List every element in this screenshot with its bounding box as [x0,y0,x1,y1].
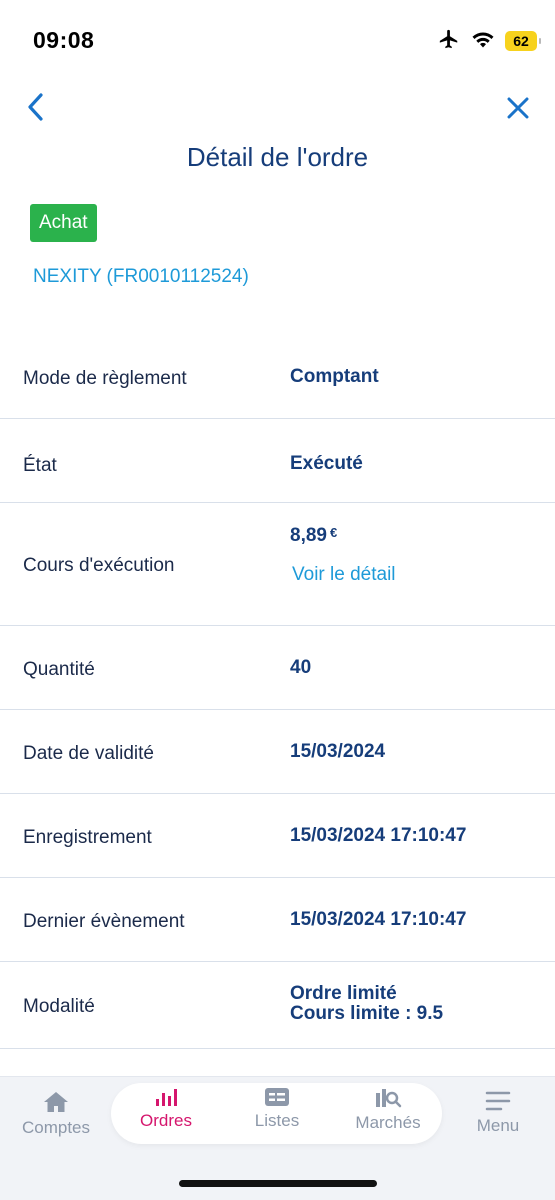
tab-menu-label: Menu [476,1116,520,1135]
last-event-value: 15/03/2024 17:10:47 [290,909,467,930]
market-search-icon [338,1087,438,1109]
wifi-icon [471,29,495,54]
modality-line-2: Cours limite : 9.5 [290,1003,444,1024]
airplane-icon [437,28,461,55]
home-indicator [179,1180,377,1187]
registration-value: 15/03/2024 17:10:47 [290,825,467,846]
back-button[interactable] [20,92,50,126]
tab-comptes-label: Comptes [21,1118,91,1137]
tab-ordres[interactable]: Ordres [116,1087,216,1131]
detail-row-registration: Enregistrement 15/03/2024 17:10:47 [0,794,555,878]
detail-row-validity-date: Date de validité 15/03/2024 [0,710,555,794]
chevron-left-icon [26,92,44,127]
currency-symbol: € [329,525,338,540]
close-button[interactable] [503,95,533,125]
validity-date-value: 15/03/2024 [290,741,386,762]
quantity-value: 40 [290,657,312,678]
registration-label: Enregistrement [23,827,152,848]
execution-price-value: 8,89 € [290,525,337,547]
tab-marches-label: Marchés [355,1113,421,1132]
modality-line-1: Ordre limité [290,983,397,1004]
status-time: 09:08 [33,27,95,53]
quantity-label: Quantité [23,659,95,680]
view-detail-link[interactable]: Voir le détail [292,564,396,586]
payment-mode-value: Comptant [290,366,379,387]
execution-price-amount: 8,89 [290,525,327,546]
detail-row-last-event: Dernier évènement 15/03/2024 17:10:47 [0,878,555,962]
instrument-link[interactable]: NEXITY (FR0010112524) [33,266,249,288]
battery-level: 62 [513,33,529,49]
modality-label: Modalité [23,996,95,1017]
modality-value: Ordre limité Cours limite : 9.5 [290,984,443,1024]
status-icons: 62 [437,28,541,55]
execution-price-label: Cours d'exécution [23,555,175,576]
page-title: Détail de l'ordre [186,142,369,172]
payment-mode-label: Mode de règlement [23,368,187,389]
battery-icon: 62 [505,31,541,51]
list-card-icon [227,1087,327,1107]
order-details: Mode de règlement Comptant État Exécuté … [0,336,555,1049]
bar-chart-icon [116,1087,216,1107]
detail-row-payment-mode: Mode de règlement Comptant [0,336,555,419]
home-icon [6,1090,106,1114]
detail-row-state: État Exécuté [0,419,555,503]
detail-row-quantity: Quantité 40 [0,626,555,710]
state-label: État [23,455,57,476]
tab-listes[interactable]: Listes [227,1087,327,1131]
hamburger-icon [448,1090,548,1112]
last-event-label: Dernier évènement [23,911,185,932]
close-icon [507,97,529,124]
detail-row-execution-price: Cours d'exécution 8,89 € Voir le détail [0,503,555,626]
detail-row-modality: Modalité Ordre limité Cours limite : 9.5 [0,962,555,1049]
tab-comptes[interactable]: Comptes [6,1090,106,1138]
tab-marches[interactable]: Marchés [338,1087,438,1133]
tab-ordres-label: Ordres [140,1111,192,1130]
buy-badge: Achat [30,204,97,242]
status-bar: 09:08 62 [0,0,555,80]
state-value: Exécuté [290,453,363,474]
tab-menu[interactable]: Menu [448,1090,548,1136]
validity-date-label: Date de validité [23,743,154,764]
tab-listes-label: Listes [254,1111,300,1130]
